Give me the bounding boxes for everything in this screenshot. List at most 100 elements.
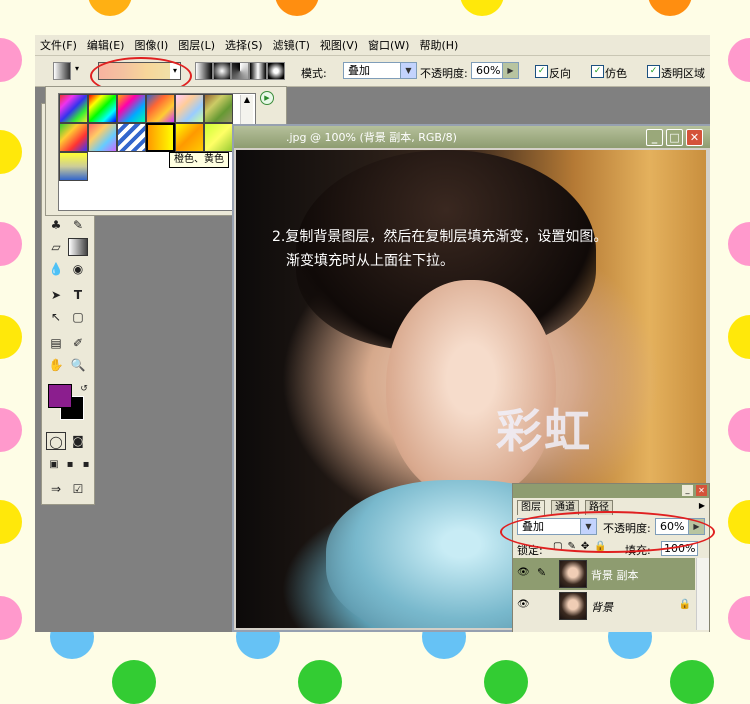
eyedropper-icon[interactable]: ✐ xyxy=(68,334,88,352)
document-title: .jpg @ 100% (背景 副本, RGB/8) xyxy=(286,131,457,144)
foreground-color-swatch[interactable] xyxy=(48,384,72,408)
menu-view[interactable]: 视图(V) xyxy=(315,37,363,53)
reverse-label: 反向 xyxy=(549,67,571,80)
menu-file[interactable]: 文件(F) xyxy=(35,37,82,53)
decor-dot xyxy=(728,315,750,359)
eye-icon[interactable]: 👁 xyxy=(517,599,530,610)
eye-icon[interactable]: 👁 xyxy=(517,567,530,578)
decor-dot xyxy=(728,408,750,452)
radial-gradient-icon[interactable] xyxy=(213,62,231,80)
menu-bar: 文件(F) 编辑(E) 图像(I) 图层(L) 选择(S) 滤镜(T) 视图(V… xyxy=(35,35,710,56)
dodge-icon[interactable]: ◉ xyxy=(68,260,88,278)
gradient-swatch[interactable] xyxy=(204,94,233,123)
rectangle-shape-icon[interactable]: ▢ xyxy=(68,308,88,326)
brush-icon: ✎ xyxy=(537,566,547,579)
standard-mode-icon[interactable]: ◯ xyxy=(46,432,66,450)
caption-line-1: 2.复制背景图层，然后在复制层填充渐变，设置如图。 xyxy=(272,229,608,245)
caption-line-2: 渐变填充时从上面往下拉。 xyxy=(286,253,454,269)
gradient-tool-icon[interactable] xyxy=(68,238,88,256)
gradient-swatch[interactable] xyxy=(59,123,88,152)
opacity-input[interactable]: 60% ▶ xyxy=(471,62,519,79)
decor-dot xyxy=(0,222,22,266)
panel-menu-icon[interactable]: ▶ xyxy=(699,501,705,510)
history-brush-icon[interactable]: ✎ xyxy=(68,216,88,234)
document-titlebar: .jpg @ 100% (背景 副本, RGB/8) _ □ ✕ xyxy=(234,126,710,148)
gradient-swatch[interactable] xyxy=(88,123,117,152)
decor-dot xyxy=(88,0,132,16)
reverse-checkbox[interactable]: ✓ xyxy=(535,65,548,78)
decor-dot xyxy=(0,38,22,82)
panel-minimize-icon[interactable]: _ xyxy=(682,485,693,496)
notes-icon[interactable]: ▤ xyxy=(46,334,66,352)
linear-gradient-icon[interactable] xyxy=(195,62,213,80)
decor-dot xyxy=(460,0,504,16)
panel-close-icon[interactable]: ✕ xyxy=(696,485,707,496)
layers-panel-header: _ ✕ xyxy=(513,484,709,498)
layer-row[interactable]: 👁 背景 🔒 xyxy=(513,590,695,622)
gradient-swatch[interactable] xyxy=(175,123,204,152)
decor-dot xyxy=(728,222,750,266)
gradient-swatch[interactable] xyxy=(88,94,117,123)
chevron-down-icon[interactable]: ▼ xyxy=(400,63,416,78)
watermark-text: 彩虹 xyxy=(496,404,592,458)
checkmark-icon[interactable]: ☑ xyxy=(68,480,88,498)
layer-thumbnail xyxy=(559,560,587,588)
angle-gradient-icon[interactable] xyxy=(231,62,249,80)
menu-layer[interactable]: 图层(L) xyxy=(173,37,220,53)
dither-label: 仿色 xyxy=(605,67,627,80)
zoom-icon[interactable]: 🔍 xyxy=(68,356,88,374)
blur-icon[interactable]: 💧 xyxy=(46,260,66,278)
transparency-label: 透明区域 xyxy=(661,67,705,80)
tab-layers[interactable]: 图层 xyxy=(517,500,545,515)
jump-to-imageready-icon[interactable]: ⇒ xyxy=(46,480,66,498)
direct-select-icon[interactable]: ↖ xyxy=(46,308,66,326)
dither-checkbox[interactable]: ✓ xyxy=(591,65,604,78)
gradient-swatch[interactable] xyxy=(117,94,146,123)
path-select-icon[interactable]: ➤ xyxy=(46,286,66,304)
gradient-swatch[interactable] xyxy=(204,123,233,152)
play-circle-icon[interactable]: ▶ xyxy=(260,91,274,105)
layer-thumbnail xyxy=(559,592,587,620)
preset-dropdown-icon[interactable]: ▾ xyxy=(75,64,79,73)
eraser-icon[interactable]: ▱ xyxy=(46,238,66,256)
layers-scrollbar[interactable] xyxy=(696,558,709,630)
menu-edit[interactable]: 编辑(E) xyxy=(82,37,130,53)
mode-select[interactable]: 叠加 ▼ xyxy=(343,62,417,79)
mode-select-value: 叠加 xyxy=(348,64,370,77)
gradient-swatch[interactable] xyxy=(59,152,88,181)
menu-window[interactable]: 窗口(W) xyxy=(363,37,414,53)
minimize-icon[interactable]: _ xyxy=(646,129,663,146)
stamp-icon[interactable]: ♣ xyxy=(46,216,66,234)
menu-help[interactable]: 帮助(H) xyxy=(414,37,463,53)
screen-mode-full-icon[interactable]: ▪ xyxy=(76,456,96,474)
menu-filter[interactable]: 滤镜(T) xyxy=(268,37,315,53)
menu-image[interactable]: 图像(I) xyxy=(129,37,173,53)
decor-dot xyxy=(0,315,22,359)
gradient-swatch[interactable] xyxy=(175,94,204,123)
transparency-checkbox[interactable]: ✓ xyxy=(647,65,660,78)
menu-select[interactable]: 选择(S) xyxy=(220,37,268,53)
reflected-gradient-icon[interactable] xyxy=(249,62,267,80)
quick-mask-icon[interactable]: ◙ xyxy=(68,432,88,450)
type-icon[interactable]: T xyxy=(68,286,88,304)
close-icon[interactable]: ✕ xyxy=(686,129,703,146)
decor-dot xyxy=(648,0,692,16)
face-shape xyxy=(386,280,556,500)
decor-dot xyxy=(728,500,750,544)
hand-icon[interactable]: ✋ xyxy=(46,356,66,374)
play-icon[interactable]: ▶ xyxy=(502,63,518,78)
gradient-swatch[interactable] xyxy=(117,123,146,152)
maximize-icon[interactable]: □ xyxy=(666,129,683,146)
swap-colors-icon[interactable]: ↺ xyxy=(74,380,94,398)
decor-dot xyxy=(0,500,22,544)
gradient-tool-preset-icon[interactable] xyxy=(53,62,71,80)
gradient-swatch-selected[interactable] xyxy=(146,123,175,152)
gradient-tooltip: 橙色、黄色 xyxy=(169,152,229,168)
gradient-swatch[interactable] xyxy=(59,94,88,123)
gradient-swatch[interactable] xyxy=(146,94,175,123)
decor-dot xyxy=(0,130,22,174)
lock-icon: 🔒 xyxy=(678,599,691,610)
diamond-gradient-icon[interactable] xyxy=(267,62,285,80)
decor-dot xyxy=(728,596,750,640)
layer-row-selected[interactable]: 👁 ✎ 背景 副本 xyxy=(513,558,695,590)
